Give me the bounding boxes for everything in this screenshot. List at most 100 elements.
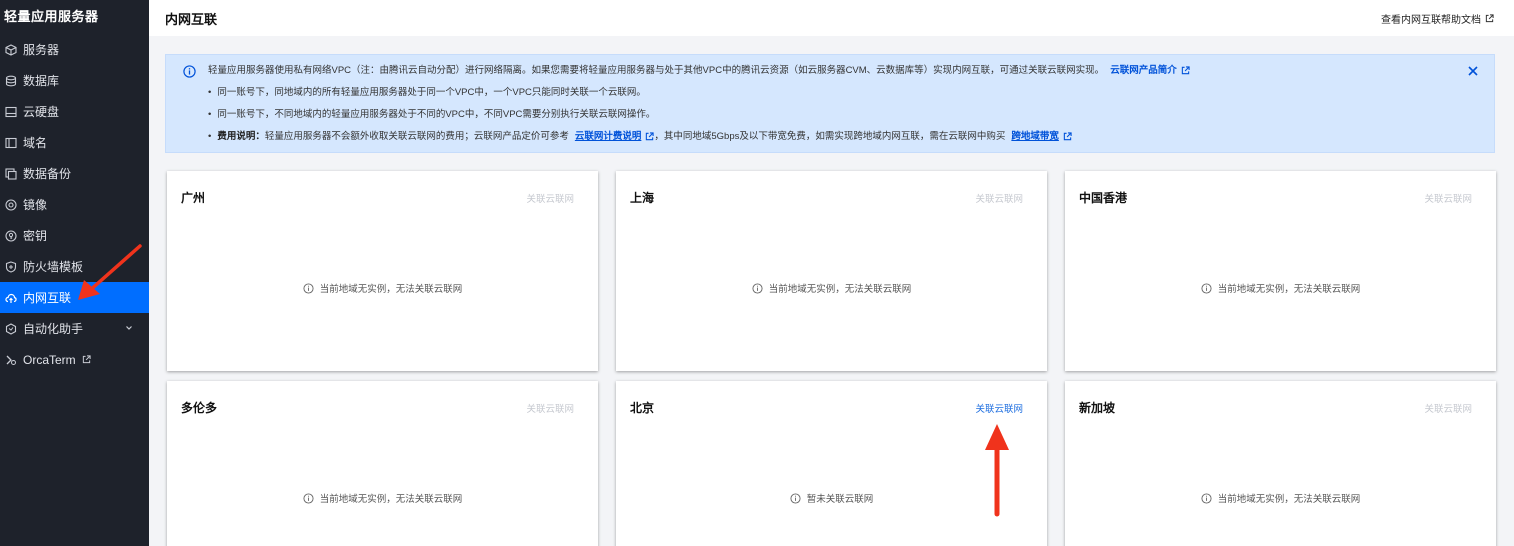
network-icon [5, 292, 17, 304]
external-link-icon [1181, 66, 1190, 75]
sidebar-item-label: 防火墙模板 [23, 260, 84, 274]
notice-bullet-2: 同一账号下，不同地域内的轻量应用服务器处于不同的VPC中，不同VPC需要分别执行… [208, 108, 1482, 130]
key-icon [5, 229, 17, 242]
region-card-toronto: 多伦多 关联云联网 当前地域无实例，无法关联云联网 [167, 381, 598, 546]
region-card-singapore: 新加坡 关联云联网 当前地域无实例，无法关联云联网 [1065, 381, 1496, 546]
ccn-billing-link[interactable]: 云联网计费说明 [575, 130, 655, 143]
close-icon[interactable] [1468, 66, 1478, 76]
region-name: 广州 [181, 191, 206, 205]
region-name: 多伦多 [181, 401, 218, 415]
sidebar-item-domain[interactable]: 域名 [0, 127, 149, 158]
sidebar-item-image[interactable]: 镜像 [0, 189, 149, 220]
cross-region-bandwidth-label: 跨地域带宽 [1011, 131, 1059, 142]
info-icon [303, 282, 314, 294]
region-name: 新加坡 [1079, 401, 1116, 415]
region-name: 北京 [630, 401, 655, 415]
chevron-down-icon [126, 326, 132, 330]
backup-icon [5, 167, 17, 180]
associate-ccn-button[interactable]: 关联云联网 [975, 191, 1023, 205]
sidebar-item-firewall[interactable]: 防火墙模板 [0, 251, 149, 282]
terminal-icon [5, 354, 17, 366]
region-status-text: 当前地域无实例，无法关联云联网 [1217, 494, 1361, 505]
info-icon [303, 492, 314, 504]
sidebar-item-label: 自动化助手 [23, 322, 84, 336]
automation-icon [5, 322, 17, 335]
sidebar-item-disk[interactable]: 云硬盘 [0, 96, 149, 127]
notice-bullets: 同一账号下，同地域内的所有轻量应用服务器处于同一个VPC中，一个VPC只能同时关… [208, 86, 1482, 152]
sidebar-item-label: OrcaTerm [23, 352, 76, 367]
notice-bullet-1: 同一账号下，同地域内的所有轻量应用服务器处于同一个VPC中，一个VPC只能同时关… [208, 86, 1482, 108]
sidebar-item-key[interactable]: 密钥 [0, 220, 149, 251]
associate-ccn-button[interactable]: 关联云联网 [526, 401, 574, 415]
fee-label: 费用说明： [217, 131, 265, 142]
sidebar-item-automation[interactable]: 自动化助手 [0, 313, 149, 344]
main-content: 内网互联 查看内网互联帮助文档 轻量应用服务器使用私有网络VPC（注：由腾讯云自… [149, 0, 1514, 546]
sidebar-item-label: 数据库 [23, 74, 60, 88]
sidebar-item-database[interactable]: 数据库 [0, 65, 149, 96]
region-status: 当前地域无实例，无法关联云联网 [167, 281, 598, 295]
external-link-icon [1485, 13, 1494, 22]
region-status: 暂未关联云联网 [616, 491, 1047, 505]
page-header: 内网互联 查看内网互联帮助文档 [149, 0, 1514, 36]
sidebar-item-label: 服务器 [23, 43, 60, 57]
info-notice: 轻量应用服务器使用私有网络VPC（注：由腾讯云自动分配）进行网络隔离。如果您需要… [165, 54, 1495, 153]
sidebar-item-label: 内网互联 [23, 291, 72, 305]
associate-ccn-button[interactable]: 关联云联网 [1424, 191, 1472, 205]
associate-ccn-button[interactable]: 关联云联网 [526, 191, 574, 205]
sidebar-item-backup[interactable]: 数据备份 [0, 158, 149, 189]
external-link-icon [1063, 132, 1072, 141]
sidebar-item-label: 数据备份 [23, 167, 72, 181]
notice-bullet-text: 同一账号下，同地域内的所有轻量应用服务器处于同一个VPC中，一个VPC只能同时关… [217, 87, 646, 98]
firewall-icon [5, 260, 17, 273]
region-name: 中国香港 [1079, 191, 1128, 205]
image-icon [5, 198, 17, 211]
region-name: 上海 [630, 191, 655, 205]
sidebar-item-label: 镜像 [23, 198, 48, 212]
info-icon [1201, 282, 1212, 294]
external-link-icon [82, 355, 91, 364]
notice-main-text: 轻量应用服务器使用私有网络VPC（注：由腾讯云自动分配）进行网络隔离。如果您需要… [208, 65, 1105, 76]
domain-icon [5, 137, 17, 149]
fee-text-1: 轻量应用服务器不会额外收取关联云联网的费用；云联网产品定价可参考 [264, 131, 569, 142]
notice-bullet-text: 同一账号下，不同地域内的轻量应用服务器处于不同的VPC中，不同VPC需要分别执行… [217, 109, 656, 120]
ccn-intro-label: 云联网产品简介 [1110, 65, 1177, 76]
disk-icon [5, 106, 17, 118]
region-card-guangzhou: 广州 关联云联网 当前地域无实例，无法关联云联网 [167, 171, 598, 371]
info-icon [790, 492, 801, 504]
notice-main-line: 轻量应用服务器使用私有网络VPC（注：由腾讯云自动分配）进行网络隔离。如果您需要… [208, 64, 1482, 86]
ccn-billing-label: 云联网计费说明 [574, 131, 642, 142]
notice-bullet-fee: 费用说明： 轻量应用服务器不会额外收取关联云联网的费用；云联网产品定价可参考 云… [208, 130, 1482, 152]
ccn-intro-link[interactable]: 云联网产品简介 [1110, 64, 1190, 77]
region-status-text: 当前地域无实例，无法关联云联网 [1217, 284, 1361, 295]
cross-region-bandwidth-link[interactable]: 跨地域带宽 [1011, 130, 1072, 143]
region-card-shanghai: 上海 关联云联网 当前地域无实例，无法关联云联网 [616, 171, 1047, 371]
region-status: 当前地域无实例，无法关联云联网 [616, 281, 1047, 295]
sidebar-item-label: 域名 [23, 136, 48, 150]
page-title: 内网互联 [165, 11, 218, 27]
sidebar-item-network[interactable]: 内网互联 [0, 282, 149, 313]
sidebar-brand: 轻量应用服务器 [4, 9, 99, 24]
region-status-text: 当前地域无实例，无法关联云联网 [319, 284, 463, 295]
database-icon [5, 75, 17, 87]
sidebar: 轻量应用服务器 服务器 数据库 云硬盘 域名 数据备份 镜像 密钥 防火墙模板 … [0, 0, 149, 546]
sidebar-item-server[interactable]: 服务器 [0, 34, 149, 65]
help-doc-label: 查看内网互联帮助文档 [1381, 14, 1481, 26]
fee-text-2: ，其中同地域5Gbps及以下带宽免费，如需实现跨地域内网互联，需在云联网中购买 [654, 131, 1006, 142]
sidebar-item-label: 密钥 [23, 229, 48, 243]
info-icon [752, 282, 763, 294]
associate-ccn-button[interactable]: 关联云联网 [1424, 401, 1472, 415]
external-link-icon [646, 132, 655, 141]
info-icon [1201, 492, 1212, 504]
help-doc-link[interactable]: 查看内网互联帮助文档 [1381, 11, 1494, 26]
associate-ccn-button[interactable]: 关联云联网 [975, 401, 1023, 415]
sidebar-item-orcaterm[interactable]: OrcaTerm [0, 344, 149, 375]
region-status-text: 暂未关联云联网 [806, 494, 874, 505]
region-status: 当前地域无实例，无法关联云联网 [167, 491, 598, 505]
sidebar-item-label: 云硬盘 [23, 105, 60, 119]
server-icon [5, 43, 17, 56]
region-status-text: 当前地域无实例，无法关联云联网 [319, 494, 463, 505]
region-status: 当前地域无实例，无法关联云联网 [1065, 491, 1496, 505]
region-status-text: 当前地域无实例，无法关联云联网 [768, 284, 912, 295]
region-status: 当前地域无实例，无法关联云联网 [1065, 281, 1496, 295]
info-icon [183, 65, 196, 78]
